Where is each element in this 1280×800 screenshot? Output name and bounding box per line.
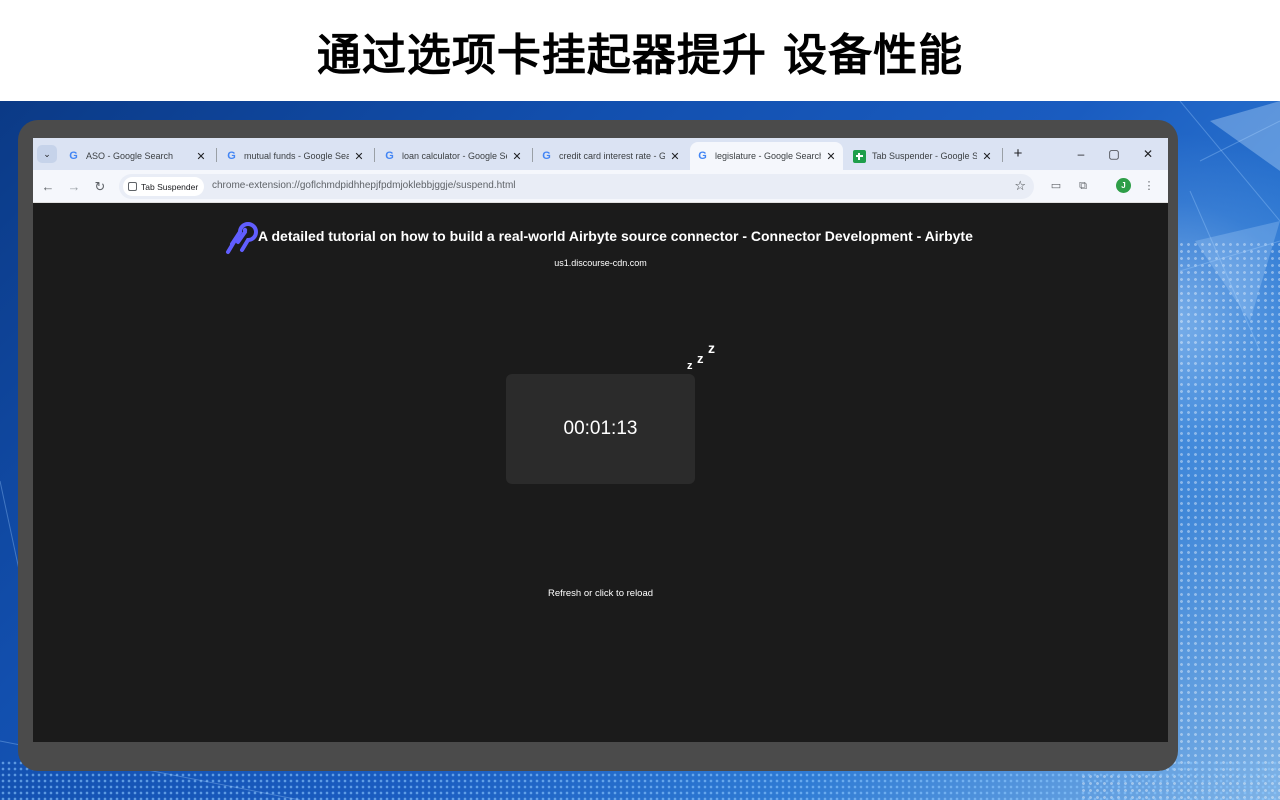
close-icon[interactable]: ✕ (195, 150, 207, 163)
sheets-icon (853, 149, 866, 163)
reload-hint[interactable]: Refresh or click to reload (33, 588, 1168, 599)
extension-icon (128, 182, 137, 191)
tab-search-button[interactable]: ⌄ (37, 145, 57, 163)
tab-label: mutual funds - Google Sea (244, 151, 349, 161)
banner: 通过选项卡挂起器提升 设备性能 (0, 0, 1280, 101)
tab-divider (216, 148, 217, 162)
sleep-z-large: z (708, 340, 715, 356)
toolbar: ← → ↻ Tab Suspender chrome-extension://g… (33, 170, 1168, 203)
address-bar[interactable]: Tab Suspender chrome-extension://goflchm… (119, 174, 1034, 199)
tab-credit-card[interactable]: G credit card interest rate - G ✕ (534, 142, 687, 170)
google-icon: G (227, 149, 236, 162)
sleep-z-small: z (687, 360, 693, 372)
tab-tab-suspender[interactable]: Tab Suspender - Google Sh ✕ (847, 142, 999, 170)
page-title: A detailed tutorial on how to build a re… (258, 228, 973, 244)
tab-divider (374, 148, 375, 162)
restore-button[interactable]: ▢ (1102, 145, 1126, 163)
extension-chip[interactable]: Tab Suspender (123, 177, 205, 196)
bookmark-star-icon[interactable]: ☆ (1014, 178, 1026, 194)
menu-icon[interactable]: ⋮ (1141, 178, 1157, 194)
close-icon[interactable]: ✕ (353, 150, 365, 163)
tab-divider (532, 148, 533, 162)
forward-arrow-icon: → (67, 179, 81, 194)
google-icon: G (69, 149, 78, 162)
close-icon[interactable]: ✕ (669, 150, 681, 163)
extensions-icon[interactable]: ⧉ (1075, 178, 1091, 194)
tab-aso[interactable]: G ASO - Google Search ✕ (61, 142, 213, 170)
google-icon: G (698, 149, 707, 162)
extension-chip-label: Tab Suspender (141, 181, 199, 192)
browser-window: ⌄ G ASO - Google Search ✕ G mutual funds… (33, 138, 1168, 742)
google-icon: G (542, 149, 551, 162)
tab-strip: ⌄ G ASO - Google Search ✕ G mutual funds… (33, 138, 1168, 170)
banner-title: 通过选项卡挂起器提升 设备性能 (316, 29, 964, 81)
close-icon[interactable]: ✕ (511, 150, 523, 163)
suspended-page[interactable]: A detailed tutorial on how to build a re… (33, 204, 1168, 742)
avatar[interactable]: J (1116, 178, 1131, 193)
page-domain: us1.discourse-cdn.com (554, 258, 647, 268)
tab-mutual-funds[interactable]: G mutual funds - Google Sea ✕ (219, 142, 371, 170)
tab-label: Tab Suspender - Google Sh (872, 151, 977, 161)
back-arrow-icon: ← (41, 179, 55, 194)
tab-search-toolbar-icon[interactable]: ▭ (1048, 178, 1064, 194)
tab-loan-calculator[interactable]: G loan calculator - Google Se ✕ (377, 142, 529, 170)
back-button[interactable]: ← (39, 178, 57, 196)
new-tab-button[interactable]: + (1008, 144, 1028, 164)
url-text[interactable]: chrome-extension://goflchmdpidhhepjfpdmj… (212, 180, 516, 191)
tab-label: credit card interest rate - G (559, 151, 665, 161)
suspend-timer: 00:01:13 (563, 418, 638, 439)
suspend-timer-card: 00:01:13 (506, 374, 695, 484)
page-heading: A detailed tutorial on how to build a re… (218, 216, 973, 256)
chevron-down-icon: ⌄ (43, 149, 51, 159)
tab-legislature[interactable]: G legislature - Google Search ✕ (690, 142, 843, 170)
sleep-z-medium: z (697, 351, 704, 366)
reload-button[interactable]: ↻ (91, 178, 109, 196)
close-icon[interactable]: ✕ (825, 150, 837, 163)
google-icon: G (385, 149, 394, 162)
close-window-button[interactable]: ✕ (1136, 145, 1160, 163)
minimize-button[interactable]: – (1069, 145, 1093, 163)
tab-label: ASO - Google Search (86, 151, 174, 161)
tab-label: loan calculator - Google Se (402, 151, 507, 161)
tab-label: legislature - Google Search (715, 151, 821, 161)
close-icon[interactable]: ✕ (981, 150, 993, 163)
forward-button[interactable]: → (65, 178, 83, 196)
reload-icon: ↻ (94, 179, 106, 194)
tab-divider (1002, 148, 1003, 162)
airbyte-logo-icon (226, 222, 258, 254)
